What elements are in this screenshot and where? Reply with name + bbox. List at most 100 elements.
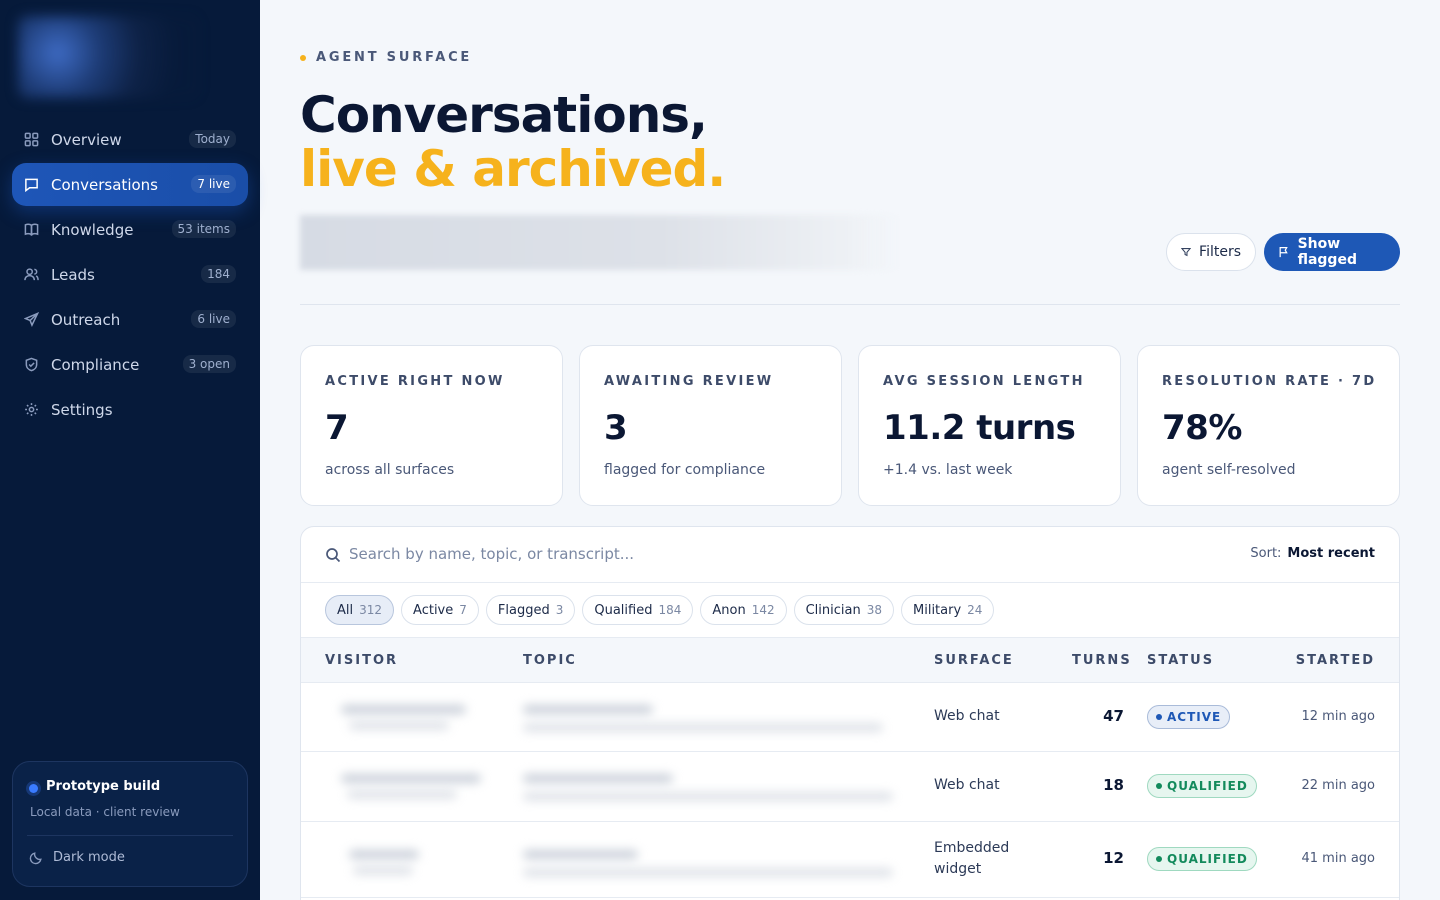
turns-cell: 18 bbox=[1103, 776, 1124, 794]
sort-label: Sort: bbox=[1250, 546, 1282, 561]
chip-count: 3 bbox=[555, 603, 564, 617]
chip-count: 312 bbox=[359, 603, 383, 617]
stat-note: across all surfaces bbox=[325, 462, 455, 478]
status-badge: QUALIFIED bbox=[1147, 847, 1257, 871]
started-cell: 22 min ago bbox=[1301, 778, 1376, 793]
chip-count: 38 bbox=[866, 603, 882, 617]
filter-icon bbox=[1181, 248, 1192, 257]
sidebar-item-badge: 7 live bbox=[191, 175, 236, 193]
gear-icon bbox=[24, 402, 39, 417]
stat-card-resolution-rate: RESOLUTION RATE · 7D 78% agent self-reso… bbox=[1137, 345, 1400, 506]
column-header-started[interactable]: STARTED bbox=[1296, 653, 1375, 668]
chat-icon bbox=[24, 177, 39, 192]
surface-cell: Web chat bbox=[934, 708, 1000, 724]
filters-label: Filters bbox=[1199, 244, 1241, 260]
table-row[interactable]: Web chat 18 QUALIFIED 22 min ago bbox=[301, 752, 1399, 822]
conversations-panel: Sort:Most recent All312 Active7 Flagged3… bbox=[300, 526, 1400, 900]
search-bar: Sort: Most recent bbox=[301, 527, 1399, 583]
shield-icon bbox=[24, 357, 39, 372]
sidebar-item-badge: 3 open bbox=[182, 355, 236, 373]
sidebar-item-label: Leads bbox=[51, 265, 95, 284]
column-header-status[interactable]: STATUS bbox=[1147, 653, 1214, 668]
page-title-highlight: live & archived. bbox=[300, 140, 726, 198]
status-label: QUALIFIED bbox=[1167, 779, 1248, 793]
page-title: Conversations, bbox=[300, 86, 708, 144]
sidebar-item-badge: 53 items bbox=[171, 220, 236, 238]
stat-note: flagged for compliance bbox=[604, 462, 766, 478]
sidebar-item-label: Outreach bbox=[51, 310, 121, 329]
stat-card-avg-session: AVG SESSION LENGTH 11.2 turns +1.4 vs. l… bbox=[858, 345, 1121, 506]
chip-anon[interactable]: Anon 142 bbox=[700, 595, 787, 625]
table-row[interactable]: Web chat 47 ACTIVE 12 min ago bbox=[301, 683, 1399, 752]
stat-label: AVG SESSION LENGTH bbox=[883, 374, 1085, 389]
sidebar-item-leads[interactable]: Leads 184 bbox=[12, 253, 248, 296]
sidebar-item-settings[interactable]: Settings bbox=[12, 388, 248, 431]
flag-icon bbox=[1279, 247, 1288, 258]
send-icon bbox=[24, 312, 39, 327]
stat-value: 7 bbox=[325, 408, 349, 448]
stat-card-awaiting-review: AWAITING REVIEW 3 flagged for compliance bbox=[579, 345, 842, 506]
sort-value: Most recent bbox=[1287, 546, 1375, 561]
chip-flagged[interactable]: Flagged 3 bbox=[485, 595, 576, 625]
status-dot bbox=[29, 784, 38, 793]
chip-count: 184 bbox=[658, 603, 682, 617]
column-header-visitor[interactable]: VISITOR bbox=[325, 653, 398, 668]
sidebar-item-label: Settings bbox=[51, 400, 113, 419]
chip-label: All bbox=[337, 602, 354, 618]
moon-icon bbox=[29, 851, 42, 864]
chip-qualified[interactable]: Qualified 184 bbox=[582, 595, 694, 625]
started-cell: 12 min ago bbox=[1301, 709, 1376, 724]
chip-active[interactable]: Active 7 bbox=[401, 595, 479, 625]
sidebar-item-conversations[interactable]: Conversations 7 live bbox=[12, 163, 248, 206]
sidebar-item-label: Overview bbox=[51, 130, 122, 149]
show-flagged-label: Show flagged bbox=[1297, 236, 1357, 268]
column-header-surface[interactable]: SURFACE bbox=[934, 653, 1014, 668]
column-header-turns[interactable]: TURNS bbox=[1072, 653, 1132, 668]
prototype-card: Prototype build Local data · client revi… bbox=[12, 761, 248, 887]
sidebar-item-label: Conversations bbox=[51, 175, 158, 194]
sidebar-item-knowledge[interactable]: Knowledge 53 items bbox=[12, 208, 248, 251]
started-cell: 41 min ago bbox=[1301, 851, 1376, 866]
divider bbox=[300, 304, 1400, 305]
dark-mode-label: Dark mode bbox=[53, 850, 125, 865]
chip-label: Military bbox=[913, 602, 962, 618]
sidebar-nav: Overview Today Conversations 7 live Know… bbox=[12, 118, 248, 433]
search-input[interactable] bbox=[349, 539, 1049, 569]
sidebar-item-outreach[interactable]: Outreach 6 live bbox=[12, 298, 248, 341]
sidebar-item-compliance[interactable]: Compliance 3 open bbox=[12, 343, 248, 386]
stat-value: 3 bbox=[604, 408, 628, 448]
status-badge: ACTIVE bbox=[1147, 705, 1231, 729]
status-badge: QUALIFIED bbox=[1147, 774, 1257, 798]
stat-label: ACTIVE RIGHT NOW bbox=[325, 374, 505, 389]
sort-dropdown[interactable]: Sort: Most recent bbox=[1250, 546, 1375, 561]
prototype-title: Prototype build bbox=[46, 779, 161, 794]
filter-chips: All 312 Active 7 Flagged 3 Qualified 184 Ano… bbox=[325, 595, 995, 625]
chip-count: 7 bbox=[459, 603, 467, 617]
stat-label: AWAITING REVIEW bbox=[604, 374, 774, 389]
chip-all[interactable]: All 312 bbox=[325, 595, 395, 625]
sidebar-item-label: Knowledge bbox=[51, 220, 134, 239]
brand-logo[interactable] bbox=[18, 16, 198, 98]
chip-military[interactable]: Military 24 bbox=[901, 595, 995, 625]
stat-note: agent self-resolved bbox=[1162, 462, 1296, 478]
dark-mode-toggle[interactable]: Dark mode bbox=[29, 850, 125, 865]
prototype-subtitle: Local data · client review bbox=[30, 805, 180, 819]
filters-button[interactable]: Filters bbox=[1166, 233, 1256, 271]
table-row[interactable]: Embedded widget 12 QUALIFIED 41 min ago bbox=[301, 822, 1399, 898]
sidebar-item-overview[interactable]: Overview Today bbox=[12, 118, 248, 161]
page-subtitle-redacted bbox=[300, 215, 900, 270]
chip-clinician[interactable]: Clinician 38 bbox=[793, 595, 894, 625]
redacted-visitor-topic bbox=[301, 752, 916, 821]
redacted-visitor-topic bbox=[301, 683, 916, 751]
sidebar-item-badge: Today bbox=[189, 130, 236, 148]
column-header-topic[interactable]: TOPIC bbox=[523, 653, 577, 668]
turns-cell: 12 bbox=[1103, 849, 1124, 867]
show-flagged-button[interactable]: Show flagged bbox=[1264, 233, 1400, 271]
users-icon bbox=[24, 267, 39, 282]
chip-count: 24 bbox=[967, 603, 983, 617]
sidebar: Overview Today Conversations 7 live Know… bbox=[0, 0, 260, 900]
stat-value: 78% bbox=[1162, 408, 1242, 448]
chip-label: Active bbox=[413, 602, 454, 618]
eyebrow: AGENT SURFACE bbox=[300, 50, 472, 65]
table-header: VISITOR TOPIC SURFACE TURNS STATUS START… bbox=[301, 637, 1399, 683]
